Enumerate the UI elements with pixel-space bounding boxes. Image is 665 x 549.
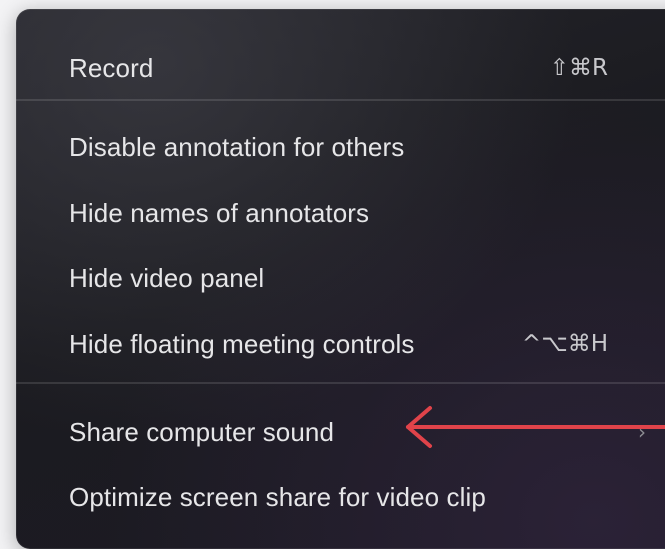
menu-item-disable-annotation[interactable]: Disable annotation for others	[16, 117, 665, 177]
menu-item-label: Hide floating meeting controls	[69, 328, 415, 359]
keyboard-shortcut: ^⌥⌘H	[521, 331, 608, 357]
menu-separator	[16, 99, 665, 101]
menu-item-optimize-video-clip[interactable]: Optimize screen share for video clip	[16, 467, 665, 527]
menu-item-record[interactable]: Record ⇧⌘R	[16, 38, 665, 98]
menu-separator	[16, 382, 665, 384]
menu-item-hide-video-panel[interactable]: Hide video panel	[16, 248, 665, 308]
menu-item-label: Disable annotation for others	[69, 131, 405, 162]
keyboard-shortcut: ⇧⌘R	[549, 55, 608, 81]
menu-item-label: Hide video panel	[69, 262, 265, 293]
menu-item-label: Optimize screen share for video clip	[69, 481, 486, 512]
menu-item-label: Share computer sound	[69, 416, 335, 447]
menu-item-label: Record	[69, 52, 154, 83]
menu-item-label: Hide names of annotators	[69, 197, 370, 228]
left-arrow-icon	[406, 406, 665, 448]
menu-item-hide-floating-controls[interactable]: Hide floating meeting controls ^⌥⌘H	[16, 314, 665, 374]
menu-item-hide-annotator-names[interactable]: Hide names of annotators	[16, 183, 665, 243]
context-menu: Record ⇧⌘R Disable annotation for others…	[16, 9, 665, 549]
